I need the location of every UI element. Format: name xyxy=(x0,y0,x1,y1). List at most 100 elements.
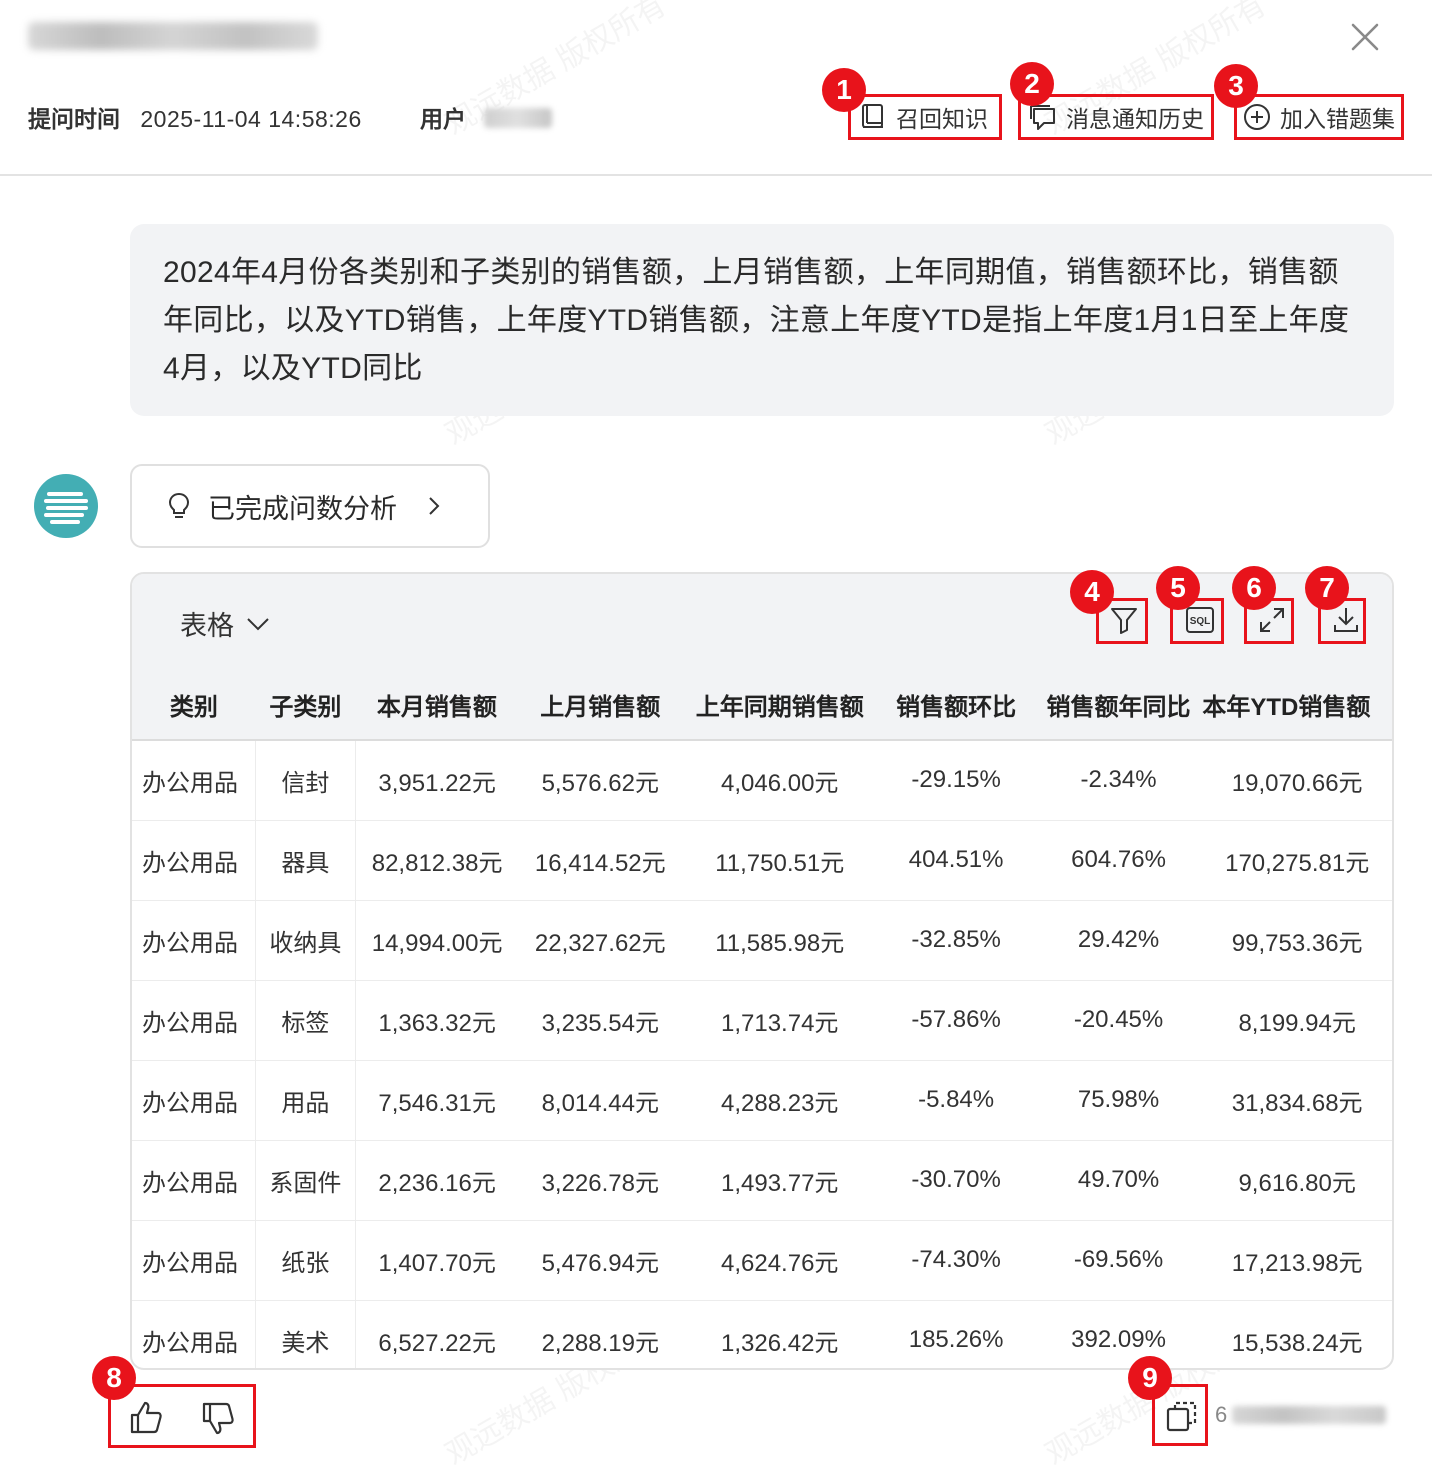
callout-badge-4: 4 xyxy=(1070,570,1114,614)
column-header[interactable]: 本年YTD销售额 xyxy=(1202,670,1392,740)
table-cell: 3,226.78元 xyxy=(518,1139,682,1220)
callout-badge-9: 9 xyxy=(1128,1356,1172,1400)
table-cell: 14,994.00元 xyxy=(355,899,519,980)
question-time-label: 提问时间 xyxy=(28,106,120,132)
download-icon xyxy=(1334,608,1358,632)
table-cell: 收纳具 xyxy=(255,899,356,980)
recall-knowledge-label: 召回知识 xyxy=(896,106,988,132)
table-cell: 3,235.54元 xyxy=(518,979,682,1060)
table-cell: 1,326.42元 xyxy=(681,1299,878,1368)
table-cell: -32.85% xyxy=(877,899,1035,980)
assistant-avatar xyxy=(34,474,98,538)
callout-badge-5: 5 xyxy=(1156,566,1200,610)
notification-history-label: 消息通知历史 xyxy=(1066,106,1204,132)
table-cell: 185.26% xyxy=(877,1299,1035,1368)
table-cell: 2,288.19元 xyxy=(518,1299,682,1368)
sql-icon: SQL xyxy=(1186,607,1214,633)
table-cell: 82,812.38元 xyxy=(355,819,519,900)
table-row: 办公用品 器具 82,812.38元 16,414.52元 11,750.51元 404.… xyxy=(132,819,1392,900)
watermark: 观远数据 版权所有 xyxy=(436,0,673,143)
table-cell: 1,493.77元 xyxy=(681,1139,878,1220)
copy-icon[interactable] xyxy=(1164,1398,1200,1434)
user-info: 用户 xyxy=(420,104,466,134)
table-cell: 办公用品 xyxy=(132,1139,257,1220)
callout-badge-2: 2 xyxy=(1010,62,1054,106)
table-cell: 标签 xyxy=(255,979,356,1060)
footer-info-redacted xyxy=(1232,1406,1386,1424)
table-cell: 19,070.66元 xyxy=(1202,739,1392,820)
view-type-select[interactable]: 表格 xyxy=(180,604,270,643)
column-header[interactable]: 销售额环比 xyxy=(877,670,1035,740)
table-cell: 29.42% xyxy=(1034,899,1203,980)
callout-badge-8: 8 xyxy=(92,1356,136,1400)
callout-badge-7: 7 xyxy=(1305,566,1349,610)
analysis-completed-button[interactable]: 已完成问数分析 xyxy=(130,464,490,548)
add-to-error-set-button[interactable]: 加入错题集 xyxy=(1242,96,1395,138)
table-cell: 16,414.52元 xyxy=(518,819,682,900)
column-header[interactable]: 上月销售额 xyxy=(518,670,682,740)
table-cell: 办公用品 xyxy=(132,1299,257,1368)
user-question-bubble: 2024年4月份各类别和子类别的销售额，上月销售额，上年同期值，销售额环比，销售… xyxy=(130,224,1394,416)
table-cell: 8,199.94元 xyxy=(1202,979,1392,1060)
result-table-card: 表格 SQL 类别 子类别 本月销售额 上月销售额 上年同期销售额 销售额环比 … xyxy=(130,572,1394,1370)
svg-text:SQL: SQL xyxy=(1190,616,1211,627)
table-cell: 5,576.62元 xyxy=(518,739,682,820)
table-cell: 604.76% xyxy=(1034,819,1203,900)
callout-badge-1: 1 xyxy=(822,68,866,112)
table-cell: -29.15% xyxy=(877,739,1035,820)
table-cell: 49.70% xyxy=(1034,1139,1203,1220)
column-header[interactable]: 上年同期销售额 xyxy=(681,670,878,740)
thumbs-down-icon[interactable] xyxy=(198,1398,238,1438)
table-header-row: 类别 子类别 本月销售额 上月销售额 上年同期销售额 销售额环比 销售额年同比 … xyxy=(132,670,1392,740)
table-cell: -30.70% xyxy=(877,1139,1035,1220)
table-cell: 392.09% xyxy=(1034,1299,1203,1368)
table-cell: 4,288.23元 xyxy=(681,1059,878,1140)
table-cell: 8,014.44元 xyxy=(518,1059,682,1140)
table-cell: 9,616.80元 xyxy=(1202,1139,1392,1220)
table-cell: 1,407.70元 xyxy=(355,1219,519,1300)
table-row: 办公用品 系固件 2,236.16元 3,226.78元 1,493.77元 -30.70… xyxy=(132,1139,1392,1220)
table-cell: 用品 xyxy=(255,1059,356,1140)
table-cell: 5,476.94元 xyxy=(518,1219,682,1300)
view-type-label: 表格 xyxy=(180,611,234,641)
column-header[interactable]: 类别 xyxy=(132,670,256,740)
table-row: 办公用品 信封 3,951.22元 5,576.62元 4,046.00元 -29.15%… xyxy=(132,739,1392,820)
table-cell: 办公用品 xyxy=(132,1219,257,1300)
plus-circle-icon xyxy=(1244,104,1270,130)
table-row: 办公用品 收纳具 14,994.00元 22,327.62元 11,585.98元 -32… xyxy=(132,899,1392,980)
table-cell: -5.84% xyxy=(877,1059,1035,1140)
notification-history-button[interactable]: 消息通知历史 xyxy=(1028,96,1204,138)
callout-badge-3: 3 xyxy=(1214,64,1258,108)
table-cell: -69.56% xyxy=(1034,1219,1203,1300)
table-header-divider xyxy=(132,739,1392,741)
table-cell: 系固件 xyxy=(255,1139,356,1220)
lightbulb-icon xyxy=(168,492,190,518)
column-header[interactable]: 本月销售额 xyxy=(355,670,519,740)
table-row: 办公用品 美术 6,527.22元 2,288.19元 1,326.42元 185.26%… xyxy=(132,1299,1392,1368)
table-cell: 17,213.98元 xyxy=(1202,1219,1392,1300)
column-header[interactable]: 子类别 xyxy=(255,670,356,740)
header-divider xyxy=(0,174,1432,176)
table-cell: 2,236.16元 xyxy=(355,1139,519,1220)
thumbs-up-icon[interactable] xyxy=(126,1398,166,1438)
table-row: 办公用品 纸张 1,407.70元 5,476.94元 4,624.76元 -74.30%… xyxy=(132,1219,1392,1300)
table-cell: 办公用品 xyxy=(132,819,257,900)
column-header[interactable]: 销售额年同比 xyxy=(1034,670,1203,740)
filter-icon xyxy=(1111,608,1137,634)
callout-badge-6: 6 xyxy=(1232,566,1276,610)
table-cell: -20.45% xyxy=(1034,979,1203,1060)
table-cell: 3,951.22元 xyxy=(355,739,519,820)
analysis-completed-label: 已完成问数分析 xyxy=(208,493,397,524)
table-cell: 办公用品 xyxy=(132,739,257,820)
table-cell: 办公用品 xyxy=(132,1059,257,1140)
table-row: 办公用品 用品 7,546.31元 8,014.44元 4,288.23元 -5.84% 7… xyxy=(132,1059,1392,1140)
chevron-down-icon xyxy=(247,617,269,630)
question-time-value: 2025-11-04 14:58:26 xyxy=(140,106,362,132)
recall-knowledge-button[interactable]: 召回知识 xyxy=(858,96,988,138)
close-icon[interactable] xyxy=(1348,20,1382,54)
table-cell: 15,538.24元 xyxy=(1202,1299,1392,1368)
table-cell: 99,753.36元 xyxy=(1202,899,1392,980)
table-cell: 办公用品 xyxy=(132,979,257,1060)
table-cell: 纸张 xyxy=(255,1219,356,1300)
chevron-right-icon xyxy=(429,497,440,515)
